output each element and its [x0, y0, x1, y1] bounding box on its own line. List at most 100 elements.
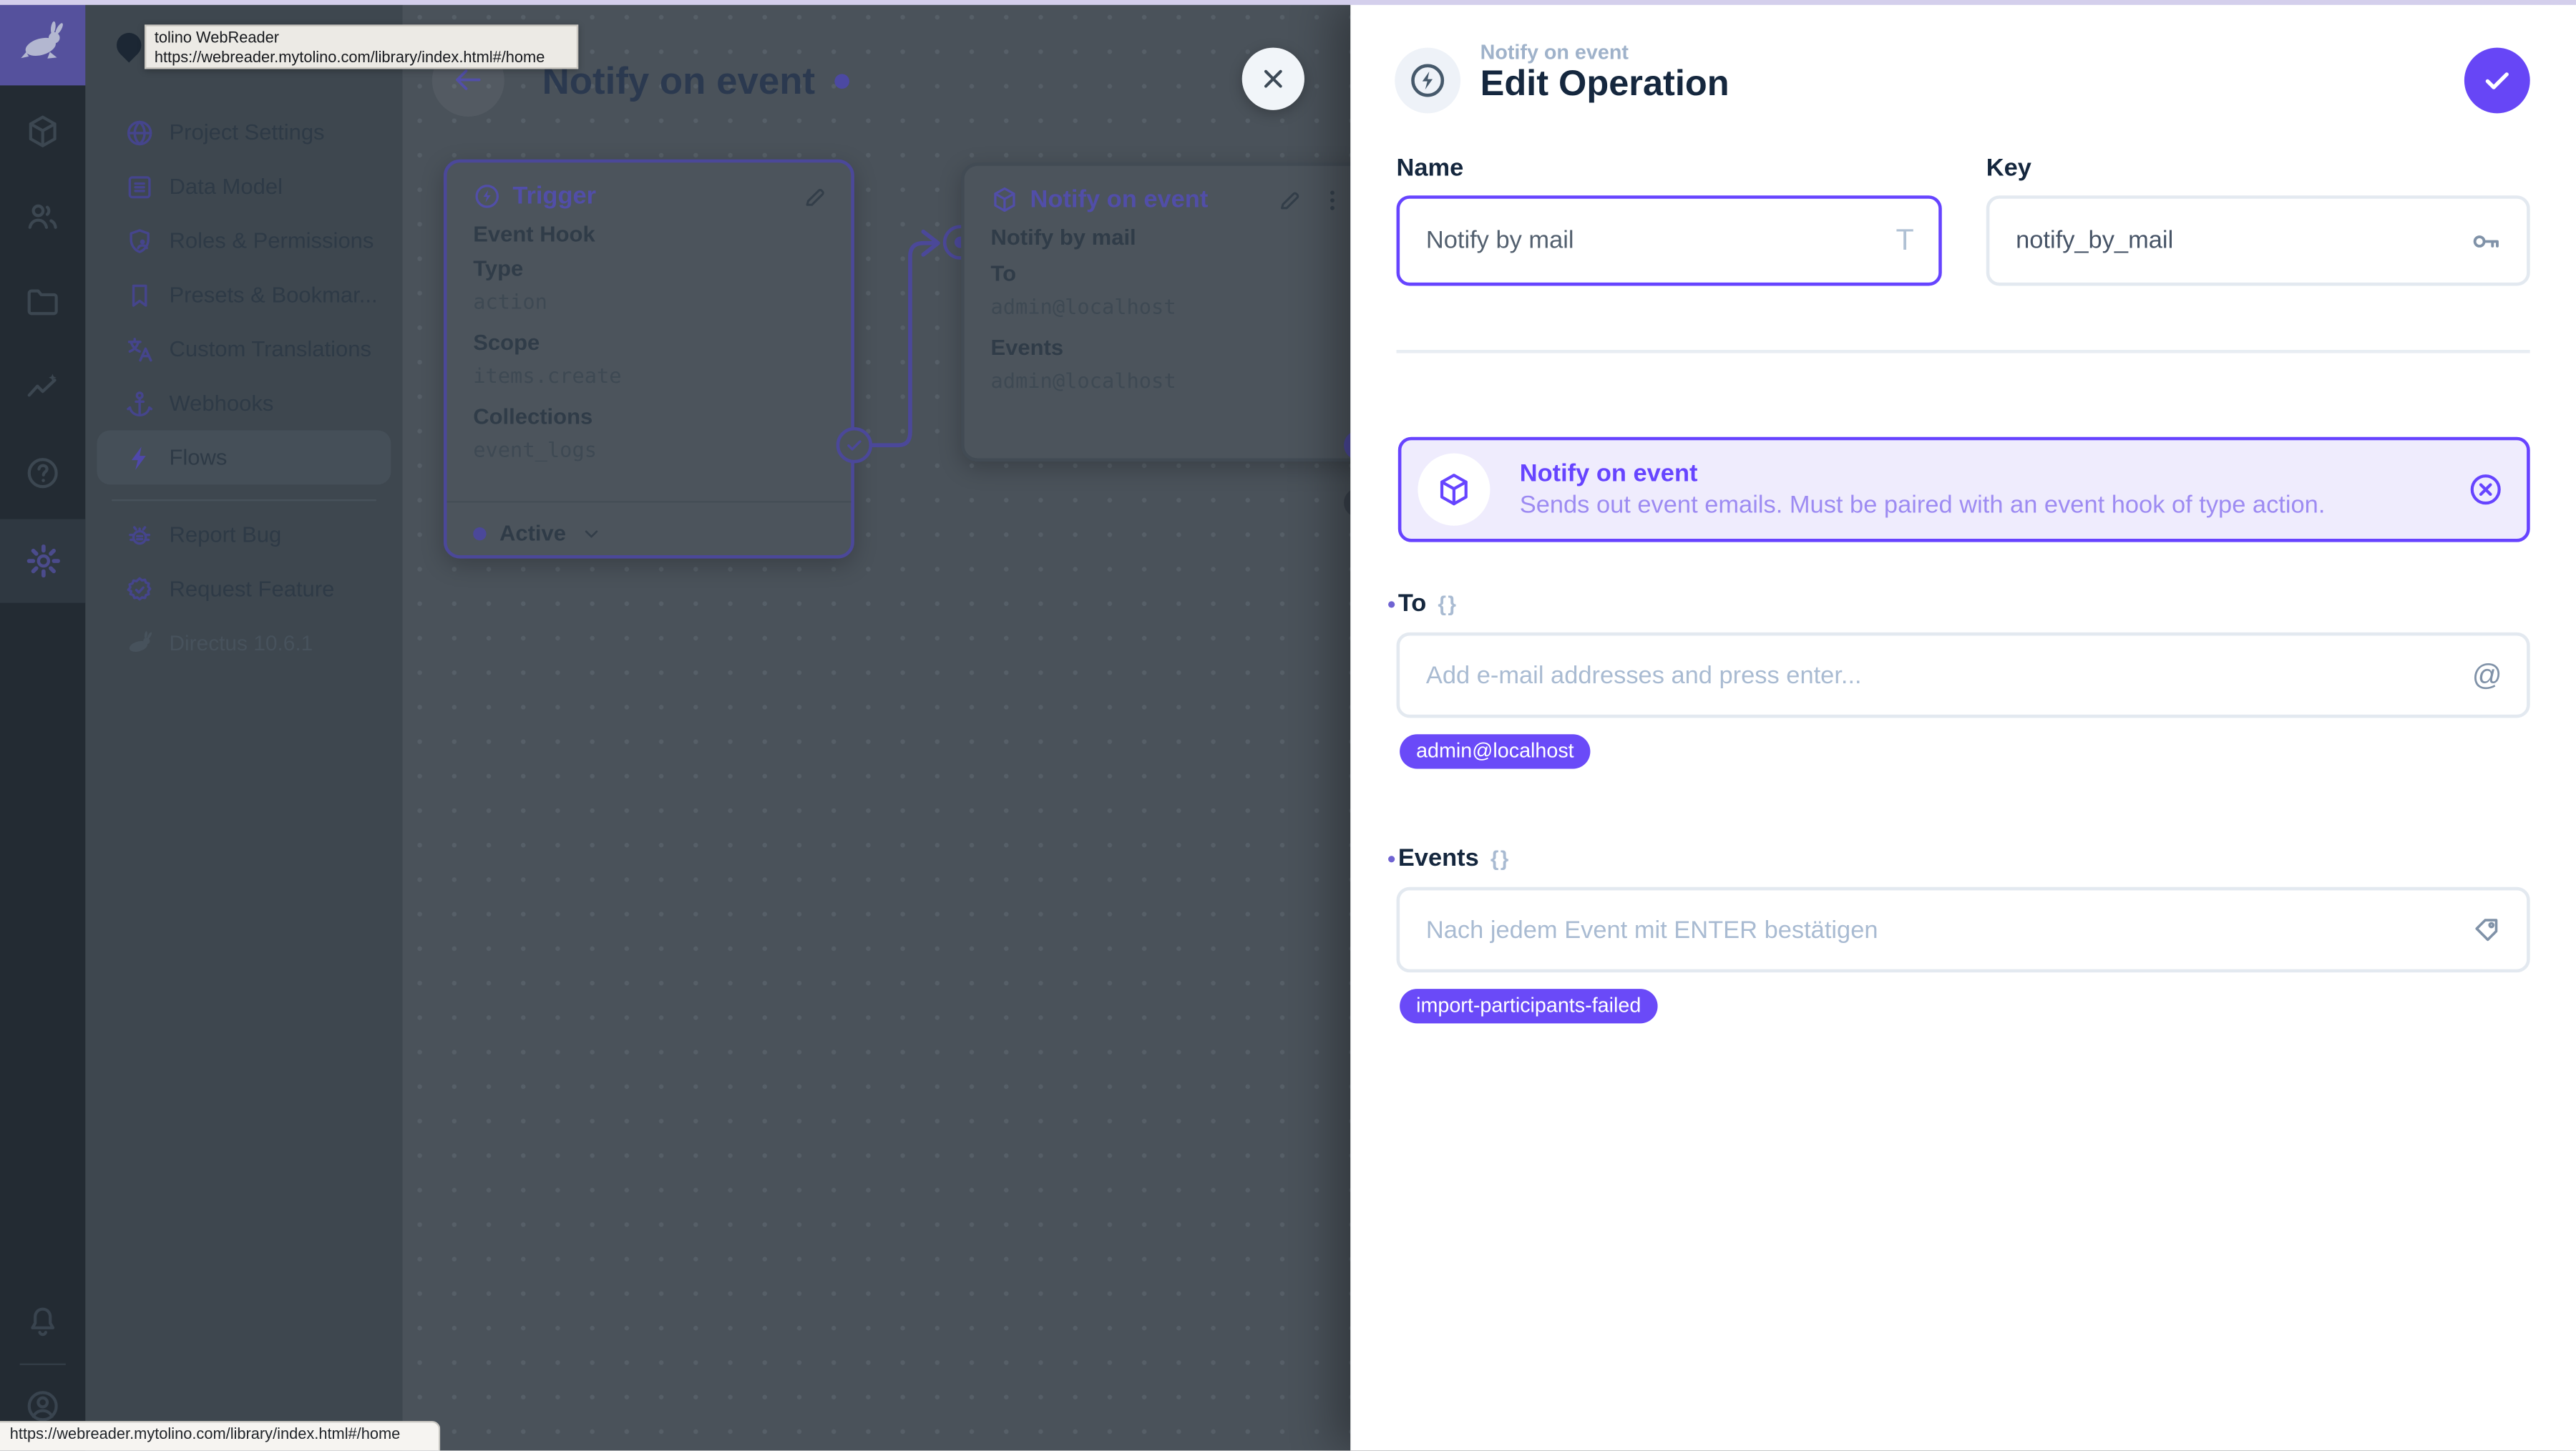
help-module-icon[interactable] [24, 455, 61, 492]
sidebar-item-label: Project Settings [169, 119, 325, 145]
title-format-icon: T [1896, 223, 1914, 257]
operation-node-panel[interactable]: Notify on event Notify by mail To admin@… [961, 162, 1372, 462]
dots-vertical-icon [1330, 190, 1335, 210]
trigger-type-label: Event Hook [473, 221, 595, 247]
to-input-wrap: @ [1396, 632, 2530, 718]
events-input[interactable] [1400, 915, 2472, 944]
browser-status-bar: https://webreader.mytolino.com/library/i… [0, 1420, 441, 1451]
notice-title: Notify on event [1519, 459, 1698, 488]
page-title: Notify on event [542, 59, 816, 102]
required-dot [1388, 601, 1395, 608]
key-field-label: Key [1986, 154, 2031, 182]
directus-logo[interactable] [0, 0, 86, 86]
raw-value-toggle-icon[interactable]: {} [1491, 846, 1511, 870]
bug-icon [129, 525, 151, 544]
anchor-icon [127, 391, 153, 416]
sidebar-item-label: Flows [169, 445, 228, 470]
field-label: To [990, 261, 1017, 286]
flow-header: Notify on event [542, 59, 850, 104]
edit-trigger-icon[interactable] [801, 184, 828, 210]
key-input-wrap [1986, 195, 2530, 286]
key-input[interactable] [1989, 226, 2469, 255]
at-sign-icon: @ [2472, 658, 2502, 691]
sidebar-item-label: Data Model [169, 174, 283, 199]
tooltip-title: tolino WebReader [154, 29, 280, 48]
rabbit-icon [129, 630, 152, 651]
to-field-label: To {} [1398, 590, 1458, 617]
close-icon [1264, 69, 1282, 88]
notice-close-icon[interactable] [2467, 472, 2504, 508]
insights-module-icon[interactable] [24, 370, 61, 406]
sidebar-item-label: Roles & Permissions [169, 228, 374, 253]
notice-icon-circle [1418, 453, 1491, 526]
tooltip-url: https://webreader.mytolino.com/library/i… [154, 48, 545, 67]
notifications-icon[interactable] [24, 1304, 61, 1341]
sidebar-item-presets-bookmarks[interactable]: Presets & Bookmar... [85, 268, 402, 322]
edit-operation-drawer: Notify on event Edit Operation Name Key … [1350, 0, 2576, 1451]
package-icon [1440, 474, 1468, 506]
content-module-icon[interactable] [24, 113, 61, 150]
bolt-circle-icon [1411, 64, 1445, 97]
notice-description: Sends out event emails. Must be paired w… [1519, 491, 2326, 519]
sidebar-item-request-feature[interactable]: Request Feature [85, 562, 402, 616]
sidebar-item-roles-permissions[interactable]: Roles & Permissions [85, 213, 402, 268]
flow-status-dot [834, 74, 850, 89]
active-status-dot [473, 526, 487, 540]
sidebar-item-data-model[interactable]: Data Model [85, 160, 402, 214]
chevron-down-icon [584, 529, 597, 537]
operation-name: Notify by mail [990, 225, 1136, 250]
settings-nav-sidebar: Project Settings Data Model Roles & Perm… [85, 0, 403, 1451]
file-library-module-icon[interactable] [24, 284, 61, 321]
rabbit-icon [21, 21, 63, 59]
module-bar [0, 0, 86, 1451]
sidebar-item-report-bug[interactable]: Report Bug [85, 507, 402, 562]
bolt-circle-icon [475, 185, 499, 208]
save-button[interactable] [2464, 47, 2530, 114]
pencil-icon [1281, 192, 1299, 210]
drawer-title: Edit Operation [1480, 62, 1729, 104]
active-status-label: Active [499, 520, 567, 546]
operation-type-notice: Notify on event Sends out event emails. … [1397, 436, 2530, 542]
account-icon[interactable] [24, 1388, 61, 1425]
package-icon [994, 187, 1015, 212]
trigger-panel[interactable]: Trigger Event Hook Type action Scope ite… [443, 159, 854, 559]
badge-check-icon [127, 576, 152, 600]
name-field-label: Name [1396, 154, 1464, 182]
browser-tooltip: tolino WebReader https://webreader.mytol… [145, 24, 579, 69]
edit-operation-icon[interactable] [1277, 187, 1303, 214]
trigger-resolve-anchor[interactable] [836, 426, 873, 464]
nav-divider [112, 499, 376, 502]
notice-texts: Notify on event Sends out event emails. … [1520, 460, 2468, 519]
field-value: items.create [473, 363, 622, 388]
tag-icon [2471, 914, 2502, 946]
field-label: Scope [473, 330, 540, 355]
sidebar-item-project-settings[interactable]: Project Settings [85, 105, 402, 160]
settings-module[interactable] [0, 519, 86, 603]
email-chip[interactable]: admin@localhost [1400, 734, 1591, 769]
event-chip[interactable]: import-participants-failed [1400, 989, 1658, 1024]
sidebar-item-custom-translations[interactable]: Custom Translations [85, 322, 402, 376]
raw-value-toggle-icon[interactable]: {} [1438, 592, 1458, 616]
trigger-panel-header: Trigger [473, 182, 596, 210]
field-value: admin@localhost [990, 368, 1176, 393]
drawer-header-icon-button[interactable] [1395, 47, 1461, 114]
sidebar-item-webhooks[interactable]: Webhooks [85, 376, 402, 431]
flow-status-toggle[interactable]: Active [473, 521, 602, 545]
sidebar-item-label: Webhooks [169, 391, 274, 416]
translate-icon [127, 337, 152, 361]
field-value: admin@localhost [990, 293, 1176, 319]
events-field-label-text: Events [1397, 844, 1479, 873]
operation-menu-icon[interactable] [1319, 187, 1346, 214]
drawer-close-button[interactable] [1241, 47, 1304, 110]
pencil-icon [806, 189, 824, 206]
field-label: Events [990, 335, 1064, 360]
sidebar-item-label: Request Feature [169, 576, 335, 602]
sidebar-item-flows[interactable]: Flows [97, 430, 391, 485]
shield-person-icon [130, 228, 150, 253]
name-input[interactable] [1400, 226, 1896, 255]
operation-node-title: Notify on event [1030, 185, 1209, 214]
to-input[interactable] [1400, 661, 2472, 690]
user-directory-module-icon[interactable] [24, 199, 61, 235]
panel-divider [447, 501, 852, 503]
globe-icon [127, 119, 152, 145]
